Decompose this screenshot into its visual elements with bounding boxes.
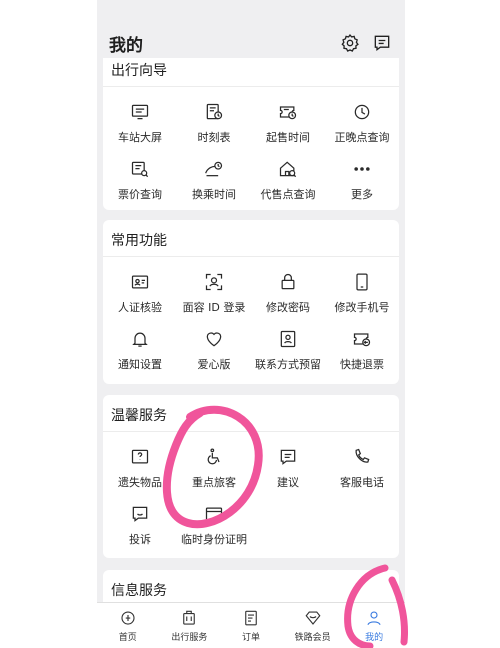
tab-label: 订单 (241, 632, 260, 643)
item-label: 建议 (277, 476, 299, 489)
screen-icon (129, 101, 151, 123)
item-label: 车站大屏 (118, 131, 162, 144)
section-warm-services: 温馨服务 遗失物品 重点旅客 建议 客服电话 投诉 临时身份证明 (103, 395, 399, 558)
complaint-icon (129, 503, 151, 525)
member-icon (305, 610, 321, 625)
item-label: 通知设置 (118, 358, 162, 371)
order-icon (245, 610, 257, 625)
item-more[interactable]: 更多 (325, 150, 399, 207)
heart-icon (203, 328, 225, 350)
item-label: 修改手机号 (334, 301, 390, 314)
item-temp-id[interactable]: 临时身份证明 (177, 495, 251, 552)
gear-icon[interactable] (339, 32, 361, 54)
item-care-mode[interactable]: 爱心版 (177, 320, 251, 377)
tab-orders[interactable]: 订单 (220, 603, 282, 648)
tab-railway-member[interactable]: 铁路会员 (282, 603, 344, 648)
bell-icon (129, 328, 151, 350)
item-label: 客服电话 (340, 476, 384, 489)
item-service-phone[interactable]: 客服电话 (325, 438, 399, 495)
item-quick-refund[interactable]: 快捷退票 (325, 320, 399, 377)
clock-icon (351, 101, 373, 123)
item-label: 换乘时间 (192, 188, 236, 201)
item-lost-items[interactable]: 遗失物品 (103, 438, 177, 495)
item-label: 起售时间 (266, 131, 310, 144)
item-label: 临时身份证明 (181, 533, 247, 546)
tab-label: 出行服务 (171, 632, 208, 643)
timetable-icon (203, 101, 225, 123)
user-icon (367, 610, 381, 625)
item-delay-query[interactable]: 正晚点查询 (325, 93, 399, 150)
item-label: 代售点查询 (260, 188, 316, 201)
section-title: 信息服务 (111, 583, 167, 599)
item-label: 更多 (351, 188, 373, 201)
item-complaint[interactable]: 投诉 (103, 495, 177, 552)
page-title: 我的 (109, 35, 143, 56)
refund-icon (351, 328, 373, 350)
travel-icon (183, 610, 196, 625)
tab-travel-service[interactable]: 出行服务 (159, 603, 221, 648)
item-notification-settings[interactable]: 通知设置 (103, 320, 177, 377)
phone-call-icon (351, 446, 373, 468)
item-id-verify[interactable]: 人证核验 (103, 263, 177, 320)
agent-search-icon (277, 158, 299, 180)
item-contact-reserve[interactable]: 联系方式预留 (251, 320, 325, 377)
item-price-query[interactable]: 票价查询 (103, 150, 177, 207)
item-label: 时刻表 (197, 131, 231, 144)
item-label: 快捷退票 (340, 358, 384, 371)
phone-icon (351, 271, 373, 293)
tab-label: 铁路会员 (294, 632, 331, 643)
suggestion-icon (277, 446, 299, 468)
item-label: 正晚点查询 (334, 131, 390, 144)
transfer-time-icon (203, 158, 225, 180)
item-label: 面容 ID 登录 (182, 301, 246, 314)
tab-label: 我的 (365, 632, 384, 643)
lost-item-icon (129, 446, 151, 468)
item-suggestion[interactable]: 建议 (251, 438, 325, 495)
phone-screen: 我的 出行向导 车站大屏 时刻表 起售时间 正晚点查询 票价查询 换乘时间 代售… (97, 0, 405, 648)
section-title: 出行向导 (111, 63, 167, 79)
item-label: 重点旅客 (192, 476, 236, 489)
item-label: 人证核验 (118, 301, 162, 314)
face-id-icon (203, 271, 225, 293)
item-sale-time[interactable]: 起售时间 (251, 93, 325, 150)
item-label: 修改密码 (266, 301, 310, 314)
price-search-icon (129, 158, 151, 180)
item-face-id[interactable]: 面容 ID 登录 (177, 263, 251, 320)
more-icon (351, 158, 373, 180)
item-label: 联系方式预留 (255, 358, 321, 371)
page-header: 我的 (97, 28, 405, 58)
item-transfer-time[interactable]: 换乘时间 (177, 150, 251, 207)
status-bar (97, 0, 405, 28)
item-change-password[interactable]: 修改密码 (251, 263, 325, 320)
item-label: 爱心版 (197, 358, 231, 371)
section-title: 常用功能 (111, 233, 167, 249)
item-label: 票价查询 (118, 188, 162, 201)
tab-mine[interactable]: 我的 (343, 603, 405, 648)
message-icon[interactable] (371, 32, 393, 54)
bottom-tab-bar: 首页 出行服务 订单 铁路会员 我的 (97, 602, 405, 648)
item-timetable[interactable]: 时刻表 (177, 93, 251, 150)
home-icon (121, 610, 135, 625)
ticket-clock-icon (277, 101, 299, 123)
wheelchair-icon (203, 446, 225, 468)
lock-icon (277, 271, 299, 293)
item-station-screen[interactable]: 车站大屏 (103, 93, 177, 150)
item-priority-passenger[interactable]: 重点旅客 (177, 438, 251, 495)
item-label: 投诉 (129, 533, 151, 546)
contact-icon (277, 328, 299, 350)
item-label: 遗失物品 (118, 476, 162, 489)
tab-home[interactable]: 首页 (97, 603, 159, 648)
section-travel-guide: 出行向导 车站大屏 时刻表 起售时间 正晚点查询 票价查询 换乘时间 代售点查询… (103, 58, 399, 210)
temp-id-icon (203, 503, 225, 525)
section-common-functions: 常用功能 人证核验 面容 ID 登录 修改密码 修改手机号 通知设置 爱心版 联… (103, 220, 399, 384)
section-title: 温馨服务 (111, 408, 167, 424)
item-agent-query[interactable]: 代售点查询 (251, 150, 325, 207)
item-change-phone[interactable]: 修改手机号 (325, 263, 399, 320)
tab-label: 首页 (118, 632, 137, 643)
id-card-icon (129, 271, 151, 293)
